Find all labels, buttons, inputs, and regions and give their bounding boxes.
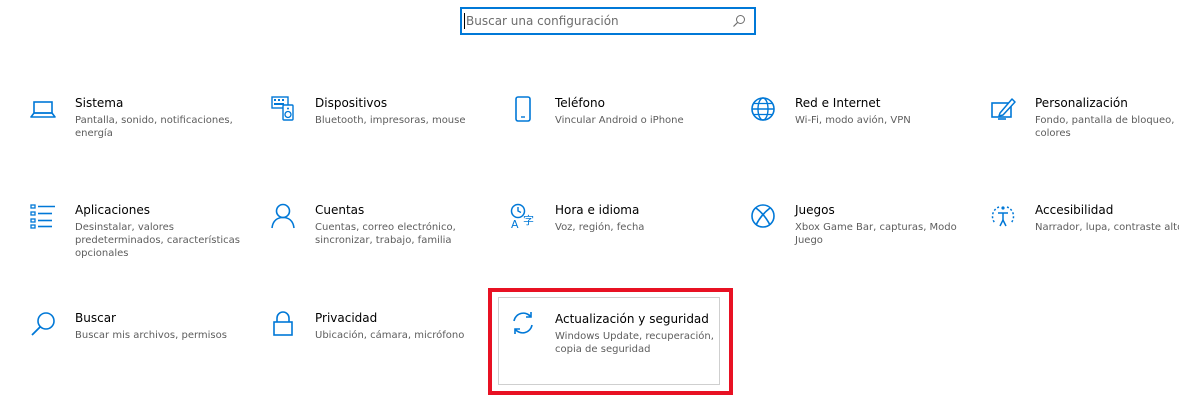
category-accesibilidad[interactable]: Accesibilidad Narrador, lupa, contraste … <box>990 203 1179 281</box>
category-label: Hora e idioma <box>555 203 640 217</box>
category-aplicaciones[interactable]: Aplicaciones Desinstalar, valores predet… <box>30 203 258 281</box>
settings-home: Sistema Pantalla, sonido, notificaciones… <box>0 0 1179 396</box>
search-input[interactable] <box>466 12 726 30</box>
category-label: Privacidad <box>315 311 378 325</box>
category-juegos[interactable]: Juegos Xbox Game Bar, capturas, Modo Jue… <box>750 203 978 281</box>
category-dispositivos[interactable]: Dispositivos Bluetooth, impresoras, mous… <box>270 96 498 174</box>
keyboard-speaker-icon <box>271 96 294 121</box>
accessibility-icon <box>991 206 1015 227</box>
category-description: Bluetooth, impresoras, mouse <box>315 115 466 126</box>
category-label: Sistema <box>75 96 124 110</box>
search-box[interactable] <box>460 7 756 35</box>
phone-icon <box>515 96 531 122</box>
category-description: Narrador, lupa, contraste alto <box>1035 222 1179 233</box>
category-label: Teléfono <box>555 96 605 110</box>
svg-text:字: 字 <box>523 213 534 227</box>
category-red-internet[interactable]: Red e Internet Wi-Fi, modo avión, VPN <box>750 96 978 174</box>
text-caret <box>464 13 465 29</box>
category-label: Personalización <box>1035 96 1128 110</box>
category-buscar[interactable]: Buscar Buscar mis archivos, permisos <box>30 311 258 389</box>
search-icon <box>31 312 55 336</box>
paint-pen-icon <box>991 98 1016 120</box>
category-label: Dispositivos <box>315 96 388 110</box>
category-telefono[interactable]: Teléfono Vincular Android o iPhone <box>510 96 738 174</box>
category-description: Pantalla, sonido, notificaciones, energí… <box>75 115 233 139</box>
category-label: Accesibilidad <box>1035 203 1114 217</box>
xbox-icon <box>751 204 775 228</box>
category-cuentas[interactable]: Cuentas Cuentas, correo electrónico, sin… <box>270 203 498 281</box>
person-icon <box>271 203 295 229</box>
category-description: Buscar mis archivos, permisos <box>75 330 227 341</box>
category-label: Buscar <box>75 311 116 325</box>
time-language-icon: A 字 <box>510 203 534 229</box>
category-hora-idioma[interactable]: A 字 Hora e idioma Voz, región, fecha <box>510 203 738 281</box>
category-description: Wi-Fi, modo avión, VPN <box>795 115 911 126</box>
category-description: Desinstalar, valores predeterminados, ca… <box>75 222 240 259</box>
category-label: Aplicaciones <box>75 203 150 217</box>
laptop-icon <box>30 101 56 118</box>
category-privacidad[interactable]: Privacidad Ubicación, cámara, micrófono <box>270 311 498 389</box>
category-description: Xbox Game Bar, capturas, Modo Juego <box>795 222 957 246</box>
svg-text:A: A <box>511 218 519 229</box>
category-label: Cuentas <box>315 203 365 217</box>
category-personalizacion[interactable]: Personalización Fondo, pantalla de bloqu… <box>990 96 1179 174</box>
search-icon[interactable] <box>732 14 746 28</box>
category-description: Fondo, pantalla de bloqueo, colores <box>1035 115 1175 139</box>
category-label: Red e Internet <box>795 96 881 110</box>
globe-icon <box>751 97 775 121</box>
lock-icon <box>273 311 293 336</box>
apps-list-icon <box>30 204 55 229</box>
category-description: Ubicación, cámara, micrófono <box>315 330 465 341</box>
category-description: Voz, región, fecha <box>555 222 645 233</box>
category-description: Cuentas, correo electrónico, sincronizar… <box>315 222 456 246</box>
category-description: Vincular Android o iPhone <box>555 115 684 126</box>
category-sistema[interactable]: Sistema Pantalla, sonido, notificaciones… <box>30 96 258 174</box>
category-label: Juegos <box>795 203 835 217</box>
highlight-box <box>488 288 733 395</box>
